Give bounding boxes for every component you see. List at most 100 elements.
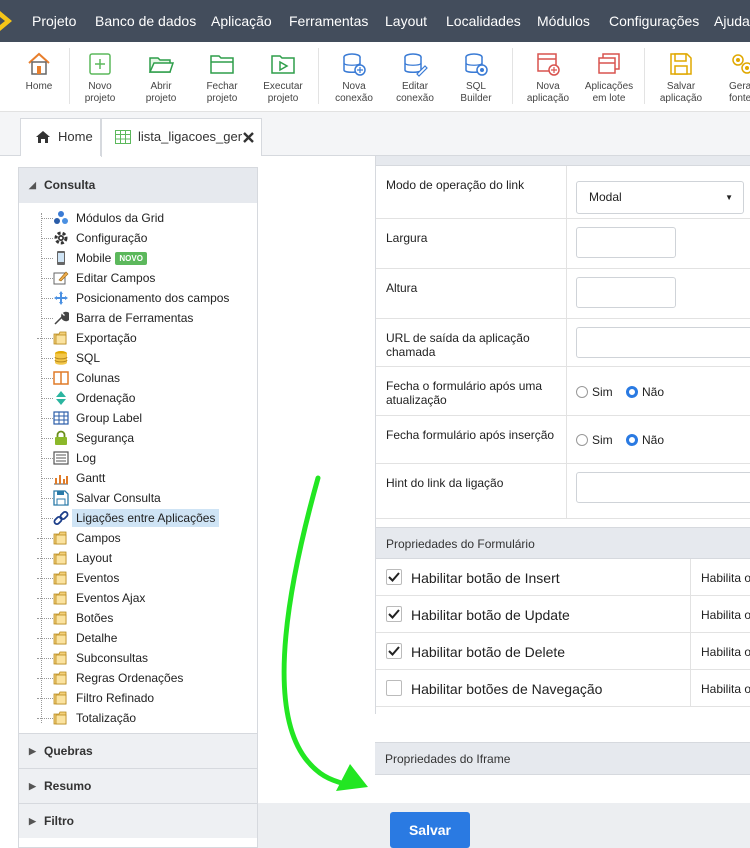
- section-propriedades-formulario-label: Propriedades do Formulário: [386, 537, 535, 551]
- check-icon: [388, 609, 400, 619]
- sidebar-item[interactable]: Log: [41, 448, 256, 468]
- toolbar-run-project-label-2: projeto: [267, 93, 299, 104]
- sidebar-item[interactable]: Totalização: [37, 708, 256, 728]
- section-propriedades-iframe[interactable]: Propriedades do Iframe: [375, 742, 750, 775]
- fecha-atualizacao-nao-radio[interactable]: [626, 386, 639, 398]
- sidebar-item-label: Gantt: [76, 471, 106, 485]
- new-connection-icon: [343, 53, 366, 76]
- altura-input[interactable]: [576, 277, 676, 308]
- navegacao-checkbox[interactable]: [386, 680, 402, 696]
- toolbar-new-connection-button[interactable]: Nova conexão: [325, 48, 383, 108]
- url-saida-input[interactable]: [576, 327, 750, 358]
- sidebar-item[interactable]: Segurança: [41, 428, 256, 448]
- modo-operacao-select[interactable]: Modal ▼: [576, 181, 744, 214]
- sidebar-item[interactable]: Configuração: [41, 228, 256, 248]
- sidebar-item[interactable]: Exportação: [37, 328, 256, 348]
- caret-right-icon: ▶: [29, 746, 36, 756]
- accordion-filtro[interactable]: ▶ Filtro: [19, 803, 257, 838]
- batch-apps-icon: [598, 53, 620, 74]
- sidebar-item[interactable]: Filtro Refinado: [37, 688, 256, 708]
- toolbar-close-project-button[interactable]: Fechar projeto: [193, 48, 251, 108]
- toolbar-run-project-button[interactable]: Executar projeto: [254, 48, 312, 108]
- folder-icon: [53, 610, 69, 626]
- modo-operacao-value: Modal: [589, 190, 622, 204]
- toolbar-open-project-button[interactable]: Abrir projeto: [132, 48, 190, 108]
- sidebar-item[interactable]: Ordenação: [41, 388, 256, 408]
- menu-layout[interactable]: Layout: [385, 0, 427, 42]
- accordion-consulta[interactable]: ◢ Consulta: [19, 168, 257, 203]
- sidebar-item[interactable]: Posicionamento dos campos: [41, 288, 256, 308]
- menu-localidades[interactable]: Localidades: [446, 0, 521, 42]
- largura-input[interactable]: [576, 227, 676, 258]
- menu-configuracoes[interactable]: Configurações: [609, 0, 699, 42]
- menu-aplicacao[interactable]: Aplicação: [211, 0, 272, 42]
- tab-lista-ligacoes[interactable]: lista_ligacoes_ger: [101, 118, 262, 157]
- row-separator: [690, 596, 691, 633]
- menu-projeto[interactable]: Projeto: [32, 0, 76, 42]
- label-modo-operacao: Modo de operação do link: [386, 178, 525, 192]
- tree-connector: [37, 578, 53, 579]
- toolbar-home-button[interactable]: Home: [10, 48, 68, 108]
- toolbar-new-app-button[interactable]: Nova aplicação: [519, 48, 577, 108]
- toolbar-edit-connection-button[interactable]: Editar conexão: [386, 48, 444, 108]
- insert-hint-text: Habilita o: [701, 571, 750, 585]
- row-separator: [690, 670, 691, 707]
- gear-icon: [53, 230, 69, 246]
- menu-ferramentas[interactable]: Ferramentas: [289, 0, 368, 42]
- tree-connector: [37, 698, 53, 699]
- sidebar-item[interactable]: Campos: [37, 528, 256, 548]
- toolbar-batch-apps-button[interactable]: Aplicações em lote: [580, 48, 638, 108]
- sidebar-item[interactable]: Eventos: [37, 568, 256, 588]
- sidebar-item[interactable]: Barra de Ferramentas: [41, 308, 256, 328]
- accordion-resumo[interactable]: ▶ Resumo: [19, 768, 257, 803]
- tree-connector: [41, 378, 53, 379]
- fecha-insercao-nao-radio[interactable]: [626, 434, 639, 446]
- toolbar-home-label: Home: [25, 81, 53, 92]
- toolbar-separator: [512, 48, 513, 104]
- fecha-insercao-sim-radio[interactable]: [576, 434, 588, 446]
- sidebar-item[interactable]: Gantt: [41, 468, 256, 488]
- sidebar-item[interactable]: Subconsultas: [37, 648, 256, 668]
- toolbar-save-app-button[interactable]: Salvar aplicação: [652, 48, 710, 108]
- sidebar-item[interactable]: Salvar Consulta: [41, 488, 256, 508]
- new-project-icon: [89, 53, 111, 75]
- toolbar-new-connection-label-2: conexão: [335, 93, 373, 104]
- toolbar-new-project-button[interactable]: Novo projeto: [71, 48, 129, 108]
- insert-checkbox[interactable]: [386, 569, 402, 585]
- update-checkbox[interactable]: [386, 606, 402, 622]
- accordion-quebras[interactable]: ▶ Quebras: [19, 733, 257, 768]
- delete-checkbox[interactable]: [386, 643, 402, 659]
- toolbar-generate-source-button[interactable]: Gera fonte: [712, 48, 750, 108]
- sidebar-item[interactable]: Detalhe: [37, 628, 256, 648]
- tree-connector: [41, 398, 53, 399]
- toolbar-new-app-label-2: aplicação: [526, 93, 570, 104]
- tab-home[interactable]: Home: [20, 118, 101, 156]
- row-separator: [566, 319, 567, 366]
- sidebar-item[interactable]: Ligações entre Aplicações: [41, 508, 256, 528]
- toolbar-separator: [318, 48, 319, 104]
- sidebar-item[interactable]: Eventos Ajax: [37, 588, 256, 608]
- sidebar-item[interactable]: Colunas: [41, 368, 256, 388]
- sidebar-item[interactable]: Layout: [37, 548, 256, 568]
- menu-ajuda[interactable]: Ajuda: [714, 0, 750, 42]
- sidebar-item[interactable]: Botões: [37, 608, 256, 628]
- main-content: Modo de operação do link Modal ▼ Largura…: [258, 156, 750, 848]
- sidebar-item[interactable]: Mobile NOVO: [41, 248, 256, 268]
- fecha-atualizacao-sim-radio[interactable]: [576, 386, 588, 398]
- toolbar-sql-builder-label-1: SQL: [465, 81, 486, 92]
- sidebar-item[interactable]: Módulos da Grid: [41, 208, 256, 228]
- menu-banco-de-dados[interactable]: Banco de dados: [95, 0, 196, 42]
- sidebar-item[interactable]: SQL: [41, 348, 256, 368]
- sidebar-item[interactable]: Editar Campos: [41, 268, 256, 288]
- toolbar-separator: [644, 48, 645, 104]
- sidebar-item[interactable]: Regras Ordenações: [37, 668, 256, 688]
- menu-modulos[interactable]: Módulos: [537, 0, 590, 42]
- lock-icon: [53, 430, 69, 446]
- hint-link-input[interactable]: [576, 472, 750, 503]
- section-propriedades-formulario: Propriedades do Formulário: [376, 527, 750, 559]
- sidebar-item-label: Editar Campos: [76, 271, 156, 285]
- sidebar-item[interactable]: Group Label: [41, 408, 256, 428]
- close-icon[interactable]: [243, 132, 254, 143]
- toolbar-sql-builder-button[interactable]: SQL Builder: [447, 48, 505, 108]
- save-button[interactable]: Salvar: [390, 812, 470, 848]
